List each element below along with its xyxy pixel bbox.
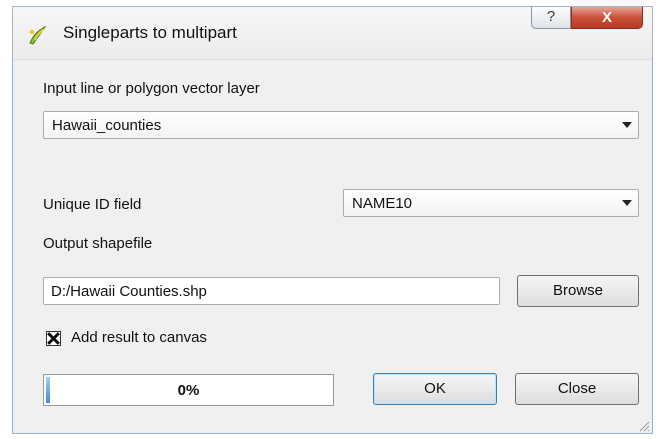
input-layer-label: Input line or polygon vector layer (43, 80, 260, 97)
unique-id-label: Unique ID field (43, 196, 142, 213)
window-close-button[interactable]: X (571, 7, 643, 29)
help-button[interactable]: ? (531, 7, 571, 29)
close-button[interactable]: Close (515, 373, 639, 405)
add-to-canvas-label: Add result to canvas (71, 329, 207, 346)
output-shapefile-input[interactable] (43, 277, 500, 305)
unique-id-value: NAME10 (352, 195, 413, 212)
title-bar[interactable]: Singleparts to multipart ? X (13, 7, 652, 60)
ok-button[interactable]: OK (373, 373, 497, 405)
add-to-canvas-checkbox[interactable] (46, 331, 61, 346)
dialog-window: Singleparts to multipart ? X Input line … (12, 6, 653, 434)
unique-id-select[interactable]: NAME10 (343, 189, 639, 217)
input-layer-select[interactable]: Hawaii_counties (43, 111, 639, 139)
window-title: Singleparts to multipart (63, 23, 237, 42)
resize-grip-icon[interactable] (638, 419, 650, 432)
chevron-down-icon (614, 112, 638, 138)
input-layer-value: Hawaii_counties (52, 117, 162, 134)
qgis-tool-icon (27, 24, 49, 46)
browse-button[interactable]: Browse (517, 275, 639, 307)
chevron-down-icon (614, 190, 638, 216)
progress-bar: 0% (43, 374, 334, 406)
output-shapefile-label: Output shapefile (43, 235, 153, 252)
progress-text: 0% (177, 382, 200, 399)
